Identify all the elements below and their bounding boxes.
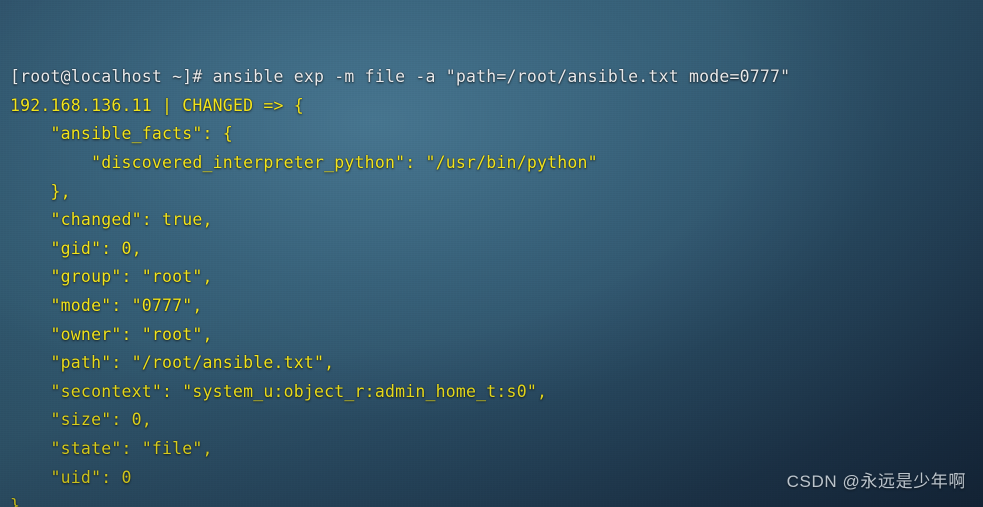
field-changed: "changed": true, bbox=[10, 206, 983, 235]
field-secontext: "secontext": "system_u:object_r:admin_ho… bbox=[10, 378, 983, 407]
field-uid-text: "uid": 0 bbox=[10, 467, 132, 487]
field-size-text: "size": 0, bbox=[10, 410, 152, 430]
field-gid-text: "gid": 0, bbox=[10, 238, 142, 258]
field-owner: "owner": "root", bbox=[10, 321, 983, 350]
csdn-watermark: CSDN @永远是少年啊 bbox=[786, 472, 966, 492]
terminal-window[interactable]: [root@localhost ~]# ansible exp -m file … bbox=[0, 0, 983, 507]
ansible-facts-open: "ansible_facts": { bbox=[10, 120, 983, 149]
field-size: "size": 0, bbox=[10, 406, 983, 435]
terminal-screen[interactable]: [root@localhost ~]# ansible exp -m file … bbox=[0, 0, 983, 507]
host-status-line-text: 192.168.136.11 | CHANGED => { bbox=[10, 95, 304, 115]
field-changed-text: "changed": true, bbox=[10, 210, 213, 230]
field-secontext-text: "secontext": "system_u:object_r:admin_ho… bbox=[10, 381, 548, 401]
field-path: "path": "/root/ansible.txt", bbox=[10, 349, 983, 378]
command-line-text: [root@localhost ~]# ansible exp -m file … bbox=[10, 67, 791, 87]
ansible-facts-close-text: }, bbox=[10, 181, 71, 201]
ansible-facts-open-text: "ansible_facts": { bbox=[10, 124, 233, 144]
field-group-text: "group": "root", bbox=[10, 267, 213, 287]
field-owner-text: "owner": "root", bbox=[10, 324, 213, 344]
terminal-output: [root@localhost ~]# ansible exp -m file … bbox=[10, 63, 983, 507]
host-status-line: 192.168.136.11 | CHANGED => { bbox=[10, 92, 983, 121]
field-mode: "mode": "0777", bbox=[10, 292, 983, 321]
field-path-text: "path": "/root/ansible.txt", bbox=[10, 353, 335, 373]
discovered-python: "discovered_interpreter_python": "/usr/b… bbox=[10, 149, 983, 178]
discovered-python-text: "discovered_interpreter_python": "/usr/b… bbox=[10, 152, 598, 172]
field-gid: "gid": 0, bbox=[10, 235, 983, 264]
field-mode-text: "mode": "0777", bbox=[10, 295, 203, 315]
ansible-facts-close: }, bbox=[10, 178, 983, 207]
json-close-brace-text: } bbox=[10, 496, 21, 507]
command-line: [root@localhost ~]# ansible exp -m file … bbox=[10, 63, 983, 92]
field-group: "group": "root", bbox=[10, 263, 983, 292]
field-state: "state": "file", bbox=[10, 435, 983, 464]
field-state-text: "state": "file", bbox=[10, 438, 213, 458]
